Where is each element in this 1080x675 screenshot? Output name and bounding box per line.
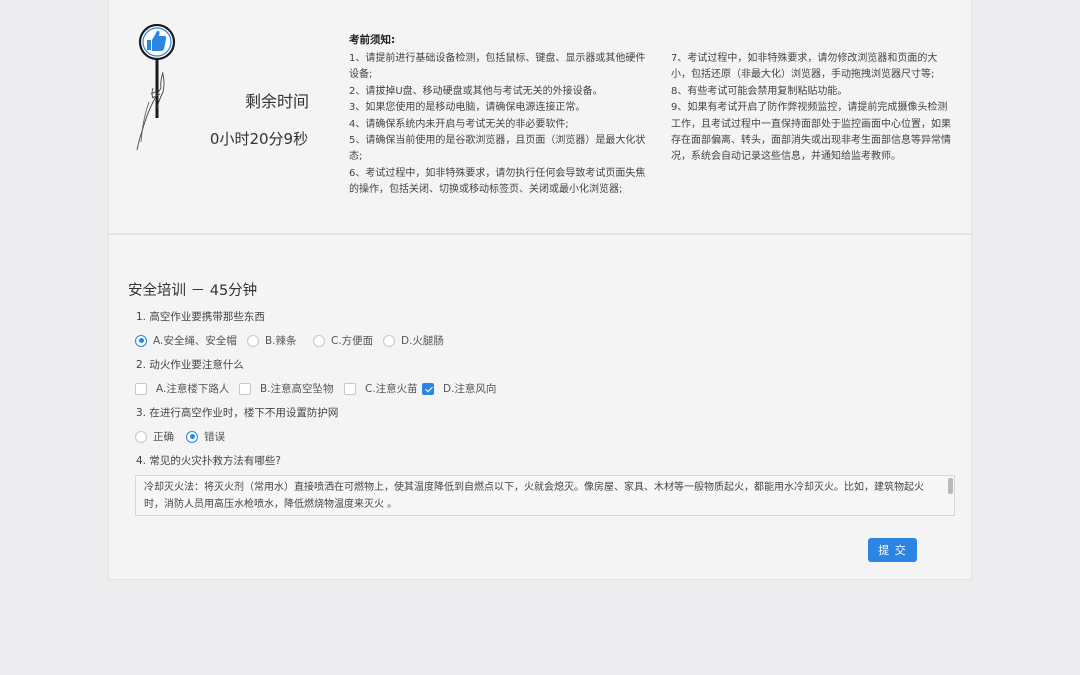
option-label: D.火腿肠 bbox=[401, 335, 444, 347]
notice-item: 9、如果有考试开启了防作弊视频监控，请提前完成摄像头检测工作，且考试过程中一直保… bbox=[671, 102, 951, 163]
question-2-options: A.注意楼下路人 B.注意高空坠物 C.注意火苗 D.注意风向 bbox=[135, 381, 496, 396]
answer-textarea[interactable]: 冷却灭火法：将灭火剂（常用水）直接喷洒在可燃物上，使其温度降低到自燃点以下，火就… bbox=[135, 475, 955, 516]
q1-option-a[interactable]: A.安全绳、安全帽 bbox=[135, 333, 247, 348]
q2-option-b[interactable]: B.注意高空坠物 bbox=[239, 381, 344, 396]
option-label: B.辣条 bbox=[265, 335, 297, 347]
option-label: A.安全绳、安全帽 bbox=[153, 335, 237, 347]
question-4-text: 4. 常见的火灾扑救方法有哪些? bbox=[136, 455, 281, 467]
submit-button[interactable]: 提 交 bbox=[868, 538, 917, 562]
question-1-options: A.安全绳、安全帽 B.辣条 C.方便面 D.火腿肠 bbox=[135, 333, 444, 348]
notice-item: 1、请提前进行基础设备检测，包括鼠标、键盘、显示器或其他硬件设备; bbox=[349, 53, 646, 81]
radio-button[interactable] bbox=[135, 430, 147, 443]
notice-column-left: 1、请提前进行基础设备检测，包括鼠标、键盘、显示器或其他硬件设备; 2、请拔掉U… bbox=[349, 51, 655, 199]
radio-button[interactable] bbox=[247, 334, 259, 347]
question-3-text: 3. 在进行高空作业时，楼下不用设置防护网 bbox=[136, 407, 339, 419]
option-label: A.注意楼下路人 bbox=[156, 383, 230, 395]
notice-column-right: 7、考试过程中，如非特殊要求，请勿修改浏览器和页面的大小，包括还原（非最大化）浏… bbox=[671, 51, 957, 166]
scrollbar-thumb[interactable] bbox=[948, 478, 953, 494]
checkbox[interactable] bbox=[344, 382, 356, 395]
radio-button[interactable] bbox=[313, 334, 325, 347]
notice-item: 2、请拔掉U盘、移动硬盘或其他与考试无关的外接设备。 bbox=[349, 85, 603, 97]
q2-option-c[interactable]: C.注意火苗 bbox=[344, 381, 422, 396]
q2-option-d[interactable]: D.注意风向 bbox=[422, 381, 496, 396]
notice-item: 6、考试过程中，如非特殊要求，请勿执行任何会导致考试页面失焦的操作，包括关闭、切… bbox=[349, 167, 646, 196]
exam-title: 安全培训 － 45分钟 bbox=[128, 283, 258, 299]
option-label: D.注意风向 bbox=[443, 383, 497, 395]
option-label: 正确 bbox=[153, 431, 174, 443]
q1-option-d[interactable]: D.火腿肠 bbox=[383, 333, 444, 348]
checkbox[interactable] bbox=[239, 382, 251, 395]
answer-text: 冷却灭火法：将灭火剂（常用水）直接喷洒在可燃物上，使其温度降低到自燃点以下，火就… bbox=[144, 482, 924, 510]
notice-item: 7、考试过程中，如非特殊要求，请勿修改浏览器和页面的大小，包括还原（非最大化）浏… bbox=[671, 53, 938, 81]
checkbox[interactable] bbox=[135, 382, 147, 395]
exam-info-panel: 剩余时间 0小时20分9秒 考前须知: 1、请提前进行基础设备检测，包括鼠标、键… bbox=[108, 0, 972, 234]
option-label: 错误 bbox=[204, 431, 225, 443]
question-3-options: 正确 错误 bbox=[135, 429, 225, 444]
notice-title: 考前须知: bbox=[349, 34, 396, 46]
notice-item: 5、请确保当前使用的是谷歌浏览器，且页面（浏览器）是最大化状态; bbox=[349, 135, 646, 163]
option-label: C.注意火苗 bbox=[365, 383, 418, 395]
thumbs-up-sign-icon bbox=[136, 23, 176, 151]
notice-item: 8、有些考试可能会禁用复制粘贴功能。 bbox=[671, 85, 848, 97]
checkbox[interactable] bbox=[422, 382, 434, 395]
option-label: C.方便面 bbox=[331, 335, 374, 347]
option-label: B.注意高空坠物 bbox=[260, 383, 334, 395]
notice-item: 3、如果您使用的是移动电脑，请确保电源连接正常。 bbox=[349, 102, 586, 114]
exam-form-panel: 安全培训 － 45分钟 1. 高空作业要携带那些东西 A.安全绳、安全帽 B.辣… bbox=[108, 234, 972, 580]
q3-option-false[interactable]: 错误 bbox=[186, 429, 225, 444]
radio-button[interactable] bbox=[383, 334, 395, 347]
q3-option-true[interactable]: 正确 bbox=[135, 429, 186, 444]
remaining-time-value: 0小时20分9秒 bbox=[209, 130, 309, 148]
question-2-text: 2. 动火作业要注意什么 bbox=[136, 359, 244, 371]
question-1-text: 1. 高空作业要携带那些东西 bbox=[136, 311, 265, 323]
radio-button[interactable] bbox=[135, 334, 147, 347]
notice-item: 4、请确保系统内未开启与考试无关的非必要软件; bbox=[349, 118, 569, 130]
q1-option-c[interactable]: C.方便面 bbox=[313, 333, 383, 348]
remaining-time-label: 剩余时间 bbox=[244, 92, 309, 111]
q1-option-b[interactable]: B.辣条 bbox=[247, 333, 313, 348]
radio-button[interactable] bbox=[186, 430, 198, 443]
q2-option-a[interactable]: A.注意楼下路人 bbox=[135, 381, 239, 396]
